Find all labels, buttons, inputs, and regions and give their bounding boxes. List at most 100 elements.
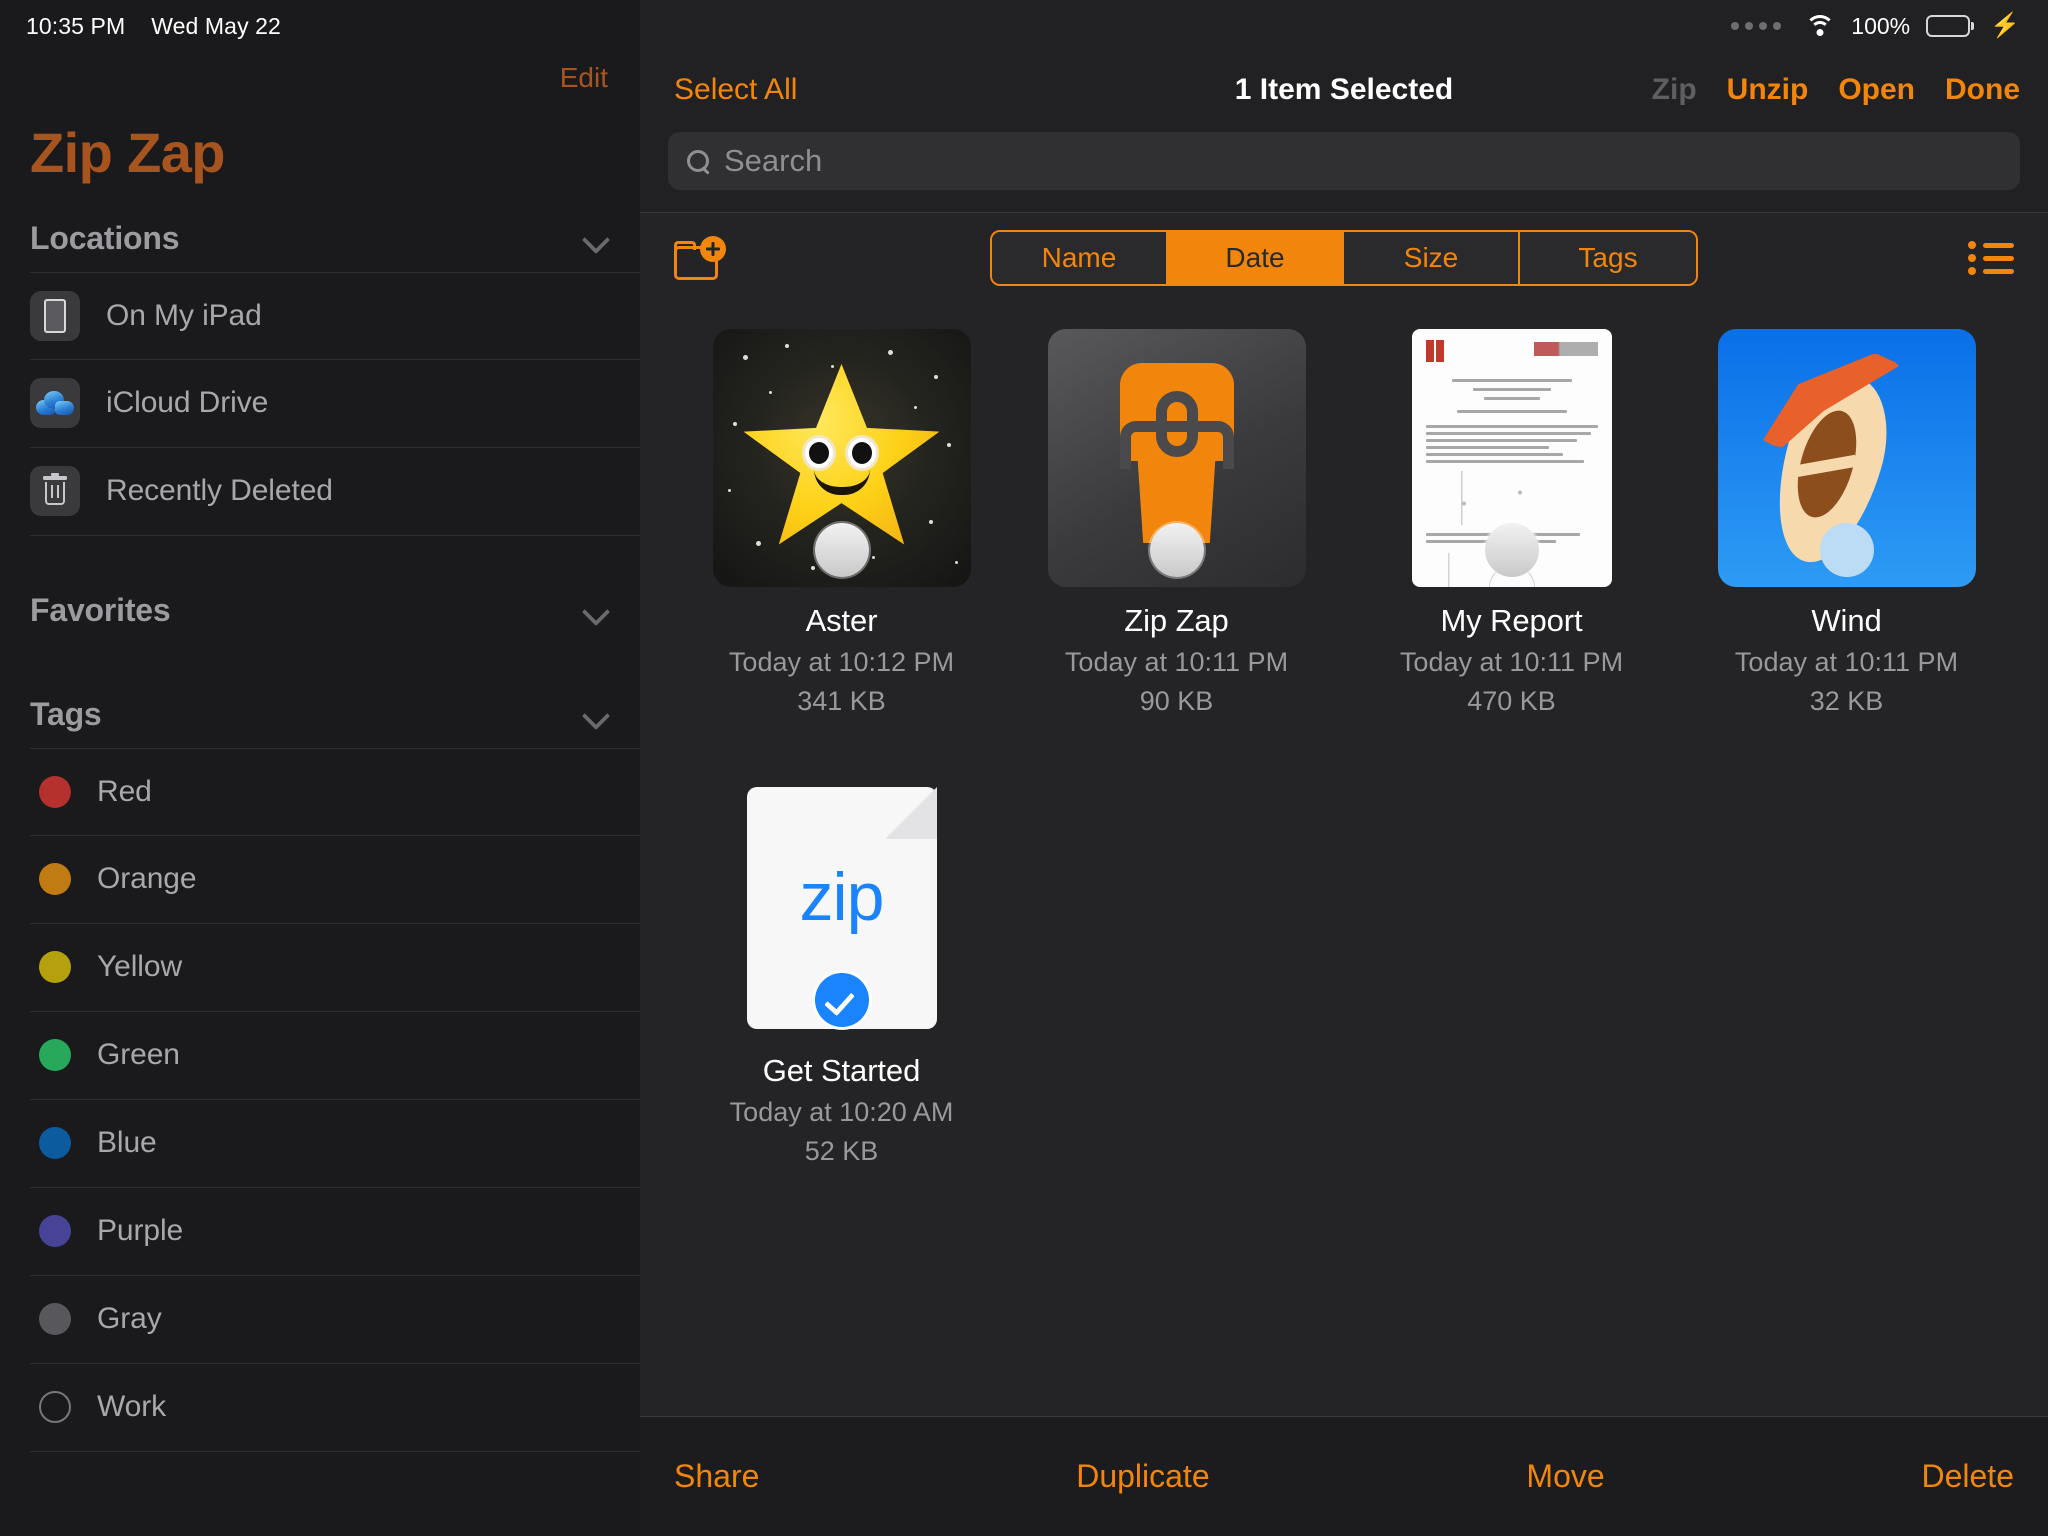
file-name: Zip Zap <box>1124 603 1229 638</box>
tag-color-dot <box>39 951 71 984</box>
chevron-down-icon[interactable] <box>584 226 610 252</box>
zip-file-icon: zip <box>712 779 971 1037</box>
file-size: 470 KB <box>1467 686 1556 716</box>
icloud-icon <box>30 378 80 429</box>
tag-color-dot <box>39 1391 71 1424</box>
section-header-tags[interactable]: Tags <box>0 682 640 748</box>
delete-button[interactable]: Delete <box>1921 1458 2014 1495</box>
search-icon <box>686 149 710 173</box>
tag-color-dot <box>39 1303 71 1336</box>
detail-pane: 100% ⚡ Select All 1 Item Selected Zip Un… <box>640 0 2048 1536</box>
star-app-icon <box>712 329 971 587</box>
trash-icon <box>30 466 80 517</box>
file-item-wind[interactable]: Wind Today at 10:11 PM 32 KB <box>1679 329 2014 717</box>
sidebar-tag-work[interactable]: Work <box>30 1364 640 1452</box>
sidebar-tag-gray[interactable]: Gray <box>30 1276 640 1364</box>
sort-segment-name[interactable]: Name <box>992 232 1168 284</box>
file-item-get-started[interactable]: zip Get Started Today at 10:20 AM 52 KB <box>674 779 1009 1167</box>
chevron-down-icon[interactable] <box>584 702 610 728</box>
sidebar-item-icloud-drive[interactable]: iCloud Drive <box>30 360 640 448</box>
sidebar-tag-yellow[interactable]: Yellow <box>30 924 640 1012</box>
detail-header: 100% ⚡ Select All 1 Item Selected Zip Un… <box>640 0 2048 213</box>
sort-segment-date[interactable]: Date <box>1168 232 1344 284</box>
tag-color-dot <box>39 863 71 896</box>
sort-segment-size[interactable]: Size <box>1344 232 1520 284</box>
done-button[interactable]: Done <box>1945 73 2020 107</box>
tag-color-dot <box>39 1039 71 1072</box>
sidebar-tag-label: Green <box>97 1038 180 1072</box>
app-root: 10:35 PM Wed May 22 Edit Zip Zap Locatio… <box>0 0 2048 1536</box>
sidebar-tag-label: Gray <box>97 1302 162 1336</box>
wifi-icon <box>1805 15 1836 37</box>
sidebar-tag-label: Orange <box>97 862 197 896</box>
file-name: My Report <box>1440 603 1583 638</box>
file-name: Wind <box>1811 603 1882 638</box>
zip-extension-label: zip <box>799 859 885 935</box>
selection-badge-checked[interactable] <box>814 973 869 1027</box>
ipad-icon <box>30 290 80 341</box>
file-size: 341 KB <box>797 686 886 716</box>
file-date: Today at 10:11 PM <box>1734 647 1959 677</box>
file-item-zip-zap[interactable]: Zip Zap Today at 10:11 PM 90 KB <box>1009 329 1344 717</box>
zipper-app-icon <box>1047 329 1306 587</box>
section-header-locations[interactable]: Locations <box>0 206 640 272</box>
search-input[interactable]: Search <box>668 132 2020 190</box>
new-folder-icon[interactable] <box>674 236 726 280</box>
sidebar-tag-purple[interactable]: Purple <box>30 1188 640 1276</box>
file-name: Get Started <box>762 1053 921 1088</box>
sort-segment-tags[interactable]: Tags <box>1520 232 1696 284</box>
unzip-button[interactable]: Unzip <box>1727 73 1809 107</box>
zip-button: Zip <box>1651 73 1697 106</box>
tag-color-dot <box>39 1127 71 1160</box>
list-view-icon[interactable] <box>1968 241 2014 275</box>
sort-segmented-control: Name Date Size Tags <box>990 230 1698 286</box>
sidebar-tag-label: Work <box>97 1390 167 1424</box>
file-size: 52 KB <box>804 1136 879 1166</box>
bottom-action-bar: Share Duplicate Move Delete <box>640 1416 2048 1536</box>
battery-percent-label: 100% <box>1851 12 1911 39</box>
chevron-down-icon[interactable] <box>584 598 610 624</box>
open-button[interactable]: Open <box>1838 73 1915 107</box>
edit-button[interactable]: Edit <box>560 62 608 94</box>
section-title-tags: Tags <box>30 696 102 733</box>
battery-icon <box>1926 15 1971 37</box>
wind-app-icon <box>1717 329 1976 587</box>
control-bar: Name Date Size Tags <box>640 213 2048 303</box>
file-item-my-report[interactable]: My Report Today at 10:11 PM 470 KB <box>1344 329 1679 717</box>
file-grid: Aster Today at 10:12 PM 341 KB Zip Zap T… <box>640 303 2048 1416</box>
sidebar-item-recently-deleted[interactable]: Recently Deleted <box>30 448 640 536</box>
status-bar-right: 100% ⚡ <box>640 0 2048 52</box>
selection-badge[interactable] <box>1819 523 1874 577</box>
select-all-button[interactable]: Select All <box>674 73 797 107</box>
status-bar-left: 10:35 PM Wed May 22 <box>0 0 640 52</box>
selection-badge[interactable] <box>1149 523 1204 577</box>
sidebar-tag-blue[interactable]: Blue <box>30 1100 640 1188</box>
sidebar-edit-row: Edit <box>0 52 640 104</box>
search-bar-container: Search <box>640 128 2048 212</box>
signal-dots-icon <box>1731 22 1782 30</box>
sidebar-item-label: On My iPad <box>106 298 262 332</box>
sidebar-tag-orange[interactable]: Orange <box>30 836 640 924</box>
sidebar-scroll-region[interactable]: 10:35 PM Wed May 22 Edit Zip Zap Locatio… <box>0 0 640 1536</box>
duplicate-button[interactable]: Duplicate <box>1076 1458 1209 1495</box>
tag-color-dot <box>39 1215 71 1248</box>
sidebar-tag-label: Red <box>97 774 152 808</box>
sidebar: 10:35 PM Wed May 22 Edit Zip Zap Locatio… <box>0 0 640 1536</box>
sidebar-tag-green[interactable]: Green <box>30 1012 640 1100</box>
selection-badge[interactable] <box>814 523 869 577</box>
tag-color-dot <box>39 775 71 808</box>
sidebar-tag-red[interactable]: Red <box>30 747 640 836</box>
section-title-locations: Locations <box>30 220 180 257</box>
sidebar-item-on-my-ipad[interactable]: On My iPad <box>30 271 640 360</box>
status-bar-time: 10:35 PM <box>26 12 126 39</box>
move-button[interactable]: Move <box>1526 1458 1604 1495</box>
share-button[interactable]: Share <box>674 1458 759 1495</box>
tag-list: Red Orange Yellow Green Blue Purple Gray Work <box>0 747 640 1452</box>
section-header-favorites[interactable]: Favorites <box>0 578 640 644</box>
lightning-bolt-icon: ⚡ <box>1990 12 2020 39</box>
sidebar-tag-label: Yellow <box>97 950 183 984</box>
selection-badge[interactable] <box>1484 523 1539 577</box>
file-size: 32 KB <box>1809 686 1884 716</box>
toolbar-actions: Zip Unzip Open Done <box>1652 73 2020 107</box>
file-item-aster[interactable]: Aster Today at 10:12 PM 341 KB <box>674 329 1009 717</box>
